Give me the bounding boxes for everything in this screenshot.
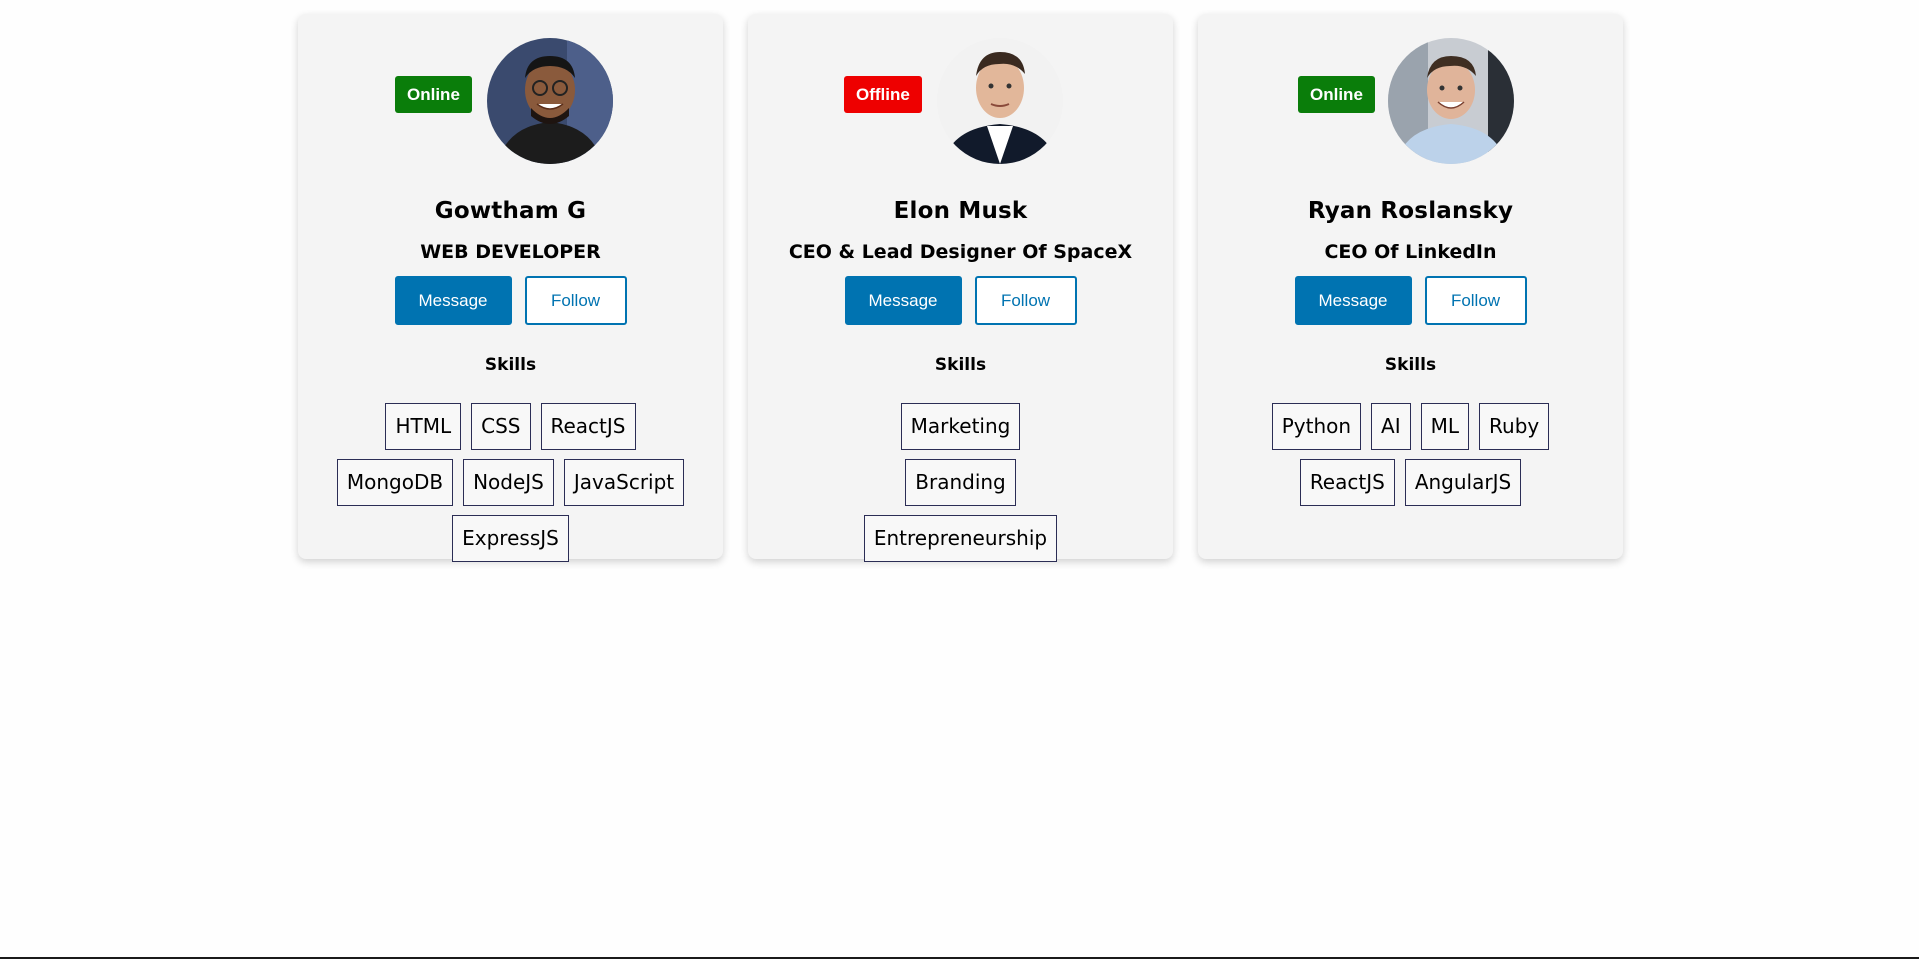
status-badge: Online	[395, 76, 472, 113]
skill-tag: HTML	[385, 403, 462, 450]
profile-card: Online Gowtham G WEB DEVELOPER Message F…	[298, 14, 723, 562]
skill-tag: ReactJS	[540, 403, 636, 450]
profile-role: CEO Of LinkedIn	[1324, 241, 1497, 263]
profile-name: Elon Musk	[893, 198, 1028, 224]
avatar[interactable]	[937, 38, 1063, 164]
skill-tag: NodeJS	[463, 459, 554, 506]
skills-list: Marketing Branding Entrepreneurship	[841, 403, 1081, 562]
avatar-photo	[937, 38, 1063, 164]
skill-tag: JavaScript	[563, 459, 685, 506]
avatar[interactable]	[1388, 38, 1514, 164]
skill-tag: Ruby	[1479, 403, 1550, 450]
skill-tag: ReactJS	[1299, 459, 1395, 506]
profile-card: Offline Elon Musk CEO & Lead Designer Of…	[748, 14, 1173, 562]
profile-actions: Message Follow	[1198, 276, 1623, 325]
message-button[interactable]: Message	[1294, 276, 1412, 325]
profile-actions: Message Follow	[298, 276, 723, 325]
skills-heading: Skills	[484, 355, 537, 375]
profile-card: Online Ryan Roslansky CEO Of LinkedIn Me…	[1198, 14, 1623, 559]
card-header: Online	[298, 38, 723, 164]
message-button[interactable]: Message	[394, 276, 512, 325]
skill-tag: Marketing	[900, 403, 1021, 450]
skills-heading: Skills	[934, 355, 987, 375]
skill-tag: AngularJS	[1404, 459, 1522, 506]
profile-role: CEO & Lead Designer Of SpaceX	[788, 241, 1133, 263]
status-badge: Offline	[844, 76, 922, 113]
profile-cards: Online Gowtham G WEB DEVELOPER Message F…	[298, 14, 1623, 562]
skill-tag: AI	[1371, 403, 1411, 450]
card-header: Online	[1198, 38, 1623, 164]
avatar[interactable]	[487, 38, 613, 164]
profile-actions: Message Follow	[748, 276, 1173, 325]
message-button[interactable]: Message	[844, 276, 962, 325]
profile-name: Ryan Roslansky	[1307, 198, 1514, 224]
skill-tag: Entrepreneurship	[863, 515, 1058, 562]
avatar-photo	[1388, 38, 1514, 164]
skills-list: Python AI ML Ruby ReactJS AngularJS	[1221, 403, 1601, 506]
skill-tag: MongoDB	[336, 459, 454, 506]
skill-tag: ExpressJS	[452, 515, 569, 562]
card-header: Offline	[748, 38, 1173, 164]
follow-button[interactable]: Follow	[1424, 276, 1527, 325]
profile-role: WEB DEVELOPER	[420, 241, 601, 263]
skill-tag: Branding	[905, 459, 1016, 506]
follow-button[interactable]: Follow	[974, 276, 1077, 325]
status-badge: Online	[1298, 76, 1375, 113]
avatar-photo	[487, 38, 613, 164]
skill-tag: ML	[1420, 403, 1470, 450]
skills-list: HTML CSS ReactJS MongoDB NodeJS JavaScri…	[331, 403, 691, 562]
follow-button[interactable]: Follow	[524, 276, 627, 325]
skills-heading: Skills	[1384, 355, 1437, 375]
skill-tag: CSS	[471, 403, 531, 450]
profile-name: Gowtham G	[434, 198, 587, 224]
skill-tag: Python	[1271, 403, 1362, 450]
